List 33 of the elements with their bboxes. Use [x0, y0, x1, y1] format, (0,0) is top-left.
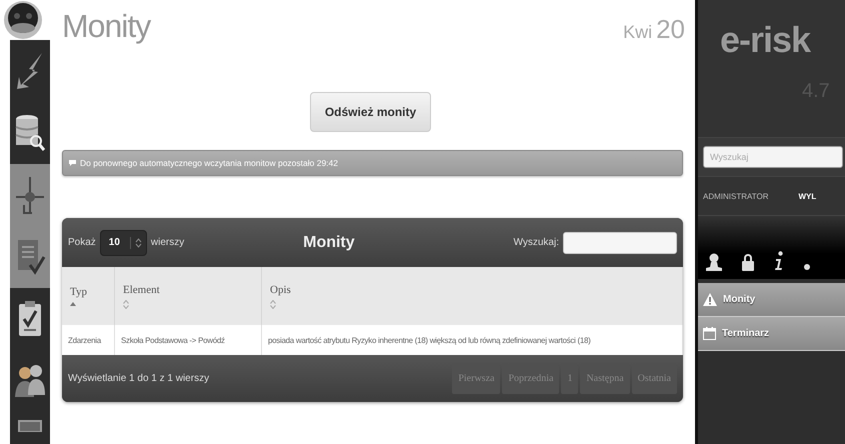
- info-icon[interactable]: [774, 251, 784, 271]
- menu-item[interactable]: Terminarz: [698, 317, 845, 351]
- crosshair-icon[interactable]: [14, 175, 46, 215]
- logout-link[interactable]: WYL: [798, 192, 816, 200]
- date-day: 20: [656, 14, 685, 45]
- lock-icon[interactable]: [742, 253, 754, 271]
- page-title: Monity: [62, 8, 150, 44]
- menu-item[interactable]: Monity: [698, 283, 845, 317]
- table-title: Monity: [302, 234, 356, 252]
- user-icon[interactable]: [706, 253, 722, 271]
- avatar-icon[interactable]: [3, 0, 43, 40]
- date-month: Kwi: [623, 22, 652, 43]
- refresh-button[interactable]: Odśwież monity: [310, 92, 432, 132]
- database-search-icon[interactable]: [14, 113, 46, 153]
- user-name: ADMINISTRATOR: [703, 192, 768, 200]
- table-cell: Szkoła Podstawowa -> Powódź: [114, 325, 262, 355]
- logo-text: e-risk: [720, 18, 812, 62]
- column-header[interactable]: Opis: [262, 267, 682, 325]
- search-field[interactable]: [563, 232, 677, 254]
- length-select[interactable]: 10: [100, 230, 147, 256]
- table-info: Wyświetlanie 1 do 1 z 1 wierszy: [68, 373, 210, 384]
- search-label: Wyszukaj:: [514, 237, 559, 248]
- notice-text: Do ponownego automatycznego wczytania monitow pozostało 29:42: [80, 158, 338, 168]
- table-cell: Zdarzenia: [62, 325, 114, 355]
- calendar-icon: [703, 327, 716, 340]
- table-cell: posiada wartość atrybutu Ryzyko inherentne (18) większą od lub równą zdefiniowanej wartości (18): [262, 325, 682, 355]
- warning-icon: [703, 293, 717, 306]
- search-field[interactable]: Wyszukaj: [703, 146, 843, 168]
- comment-icon: [69, 160, 76, 166]
- column-header[interactable]: Typ: [62, 267, 114, 325]
- column-header[interactable]: Element: [114, 267, 262, 325]
- length-label: wierszy: [150, 237, 184, 248]
- length-label: Pokaż: [68, 237, 96, 248]
